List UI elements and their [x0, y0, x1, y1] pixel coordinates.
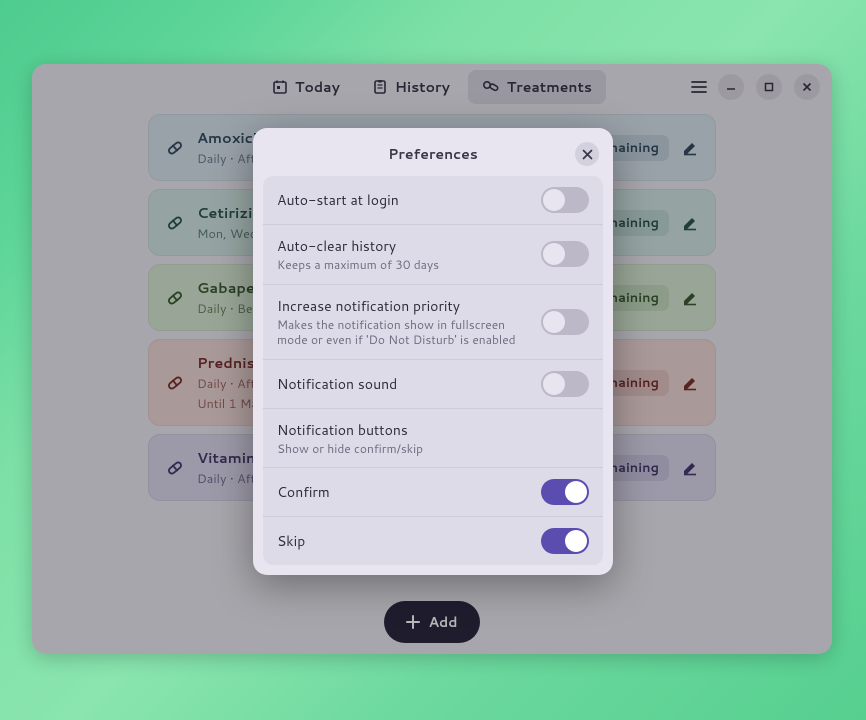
preferences-list: Auto-start at login Auto-clear history K… — [263, 176, 603, 565]
autoclear-toggle[interactable] — [541, 241, 589, 267]
pref-sound: Notification sound — [263, 360, 603, 409]
pref-autostart: Auto-start at login — [263, 176, 603, 225]
pref-sublabel: Keeps a maximum of 30 days — [277, 257, 531, 273]
pref-buttons-header: Notification buttons Show or hide confir… — [263, 409, 603, 469]
autostart-toggle[interactable] — [541, 187, 589, 213]
pref-confirm: Confirm — [263, 468, 603, 517]
confirm-toggle[interactable] — [541, 479, 589, 505]
pref-label: Notification buttons — [277, 420, 589, 440]
pref-label: Auto-clear history — [277, 236, 531, 256]
pref-skip: Skip — [263, 517, 603, 565]
pref-label: Increase notification priority — [277, 296, 531, 316]
skip-toggle[interactable] — [541, 528, 589, 554]
dialog-header: Preferences — [263, 138, 603, 170]
sound-toggle[interactable] — [541, 371, 589, 397]
close-icon[interactable] — [575, 142, 599, 166]
pref-sublabel: Makes the notification show in fullscree… — [277, 317, 531, 348]
priority-toggle[interactable] — [541, 309, 589, 335]
pref-label: Skip — [277, 531, 531, 551]
pref-label: Notification sound — [277, 374, 531, 394]
preferences-dialog: Preferences Auto-start at login Auto-cle… — [253, 128, 613, 575]
pref-priority: Increase notification priority Makes the… — [263, 285, 603, 360]
dialog-title: Preferences — [388, 144, 478, 164]
pref-label: Confirm — [277, 482, 531, 502]
pref-sublabel: Show or hide confirm/skip — [277, 441, 589, 457]
pref-label: Auto-start at login — [277, 190, 531, 210]
pref-autoclear: Auto-clear history Keeps a maximum of 30… — [263, 225, 603, 285]
